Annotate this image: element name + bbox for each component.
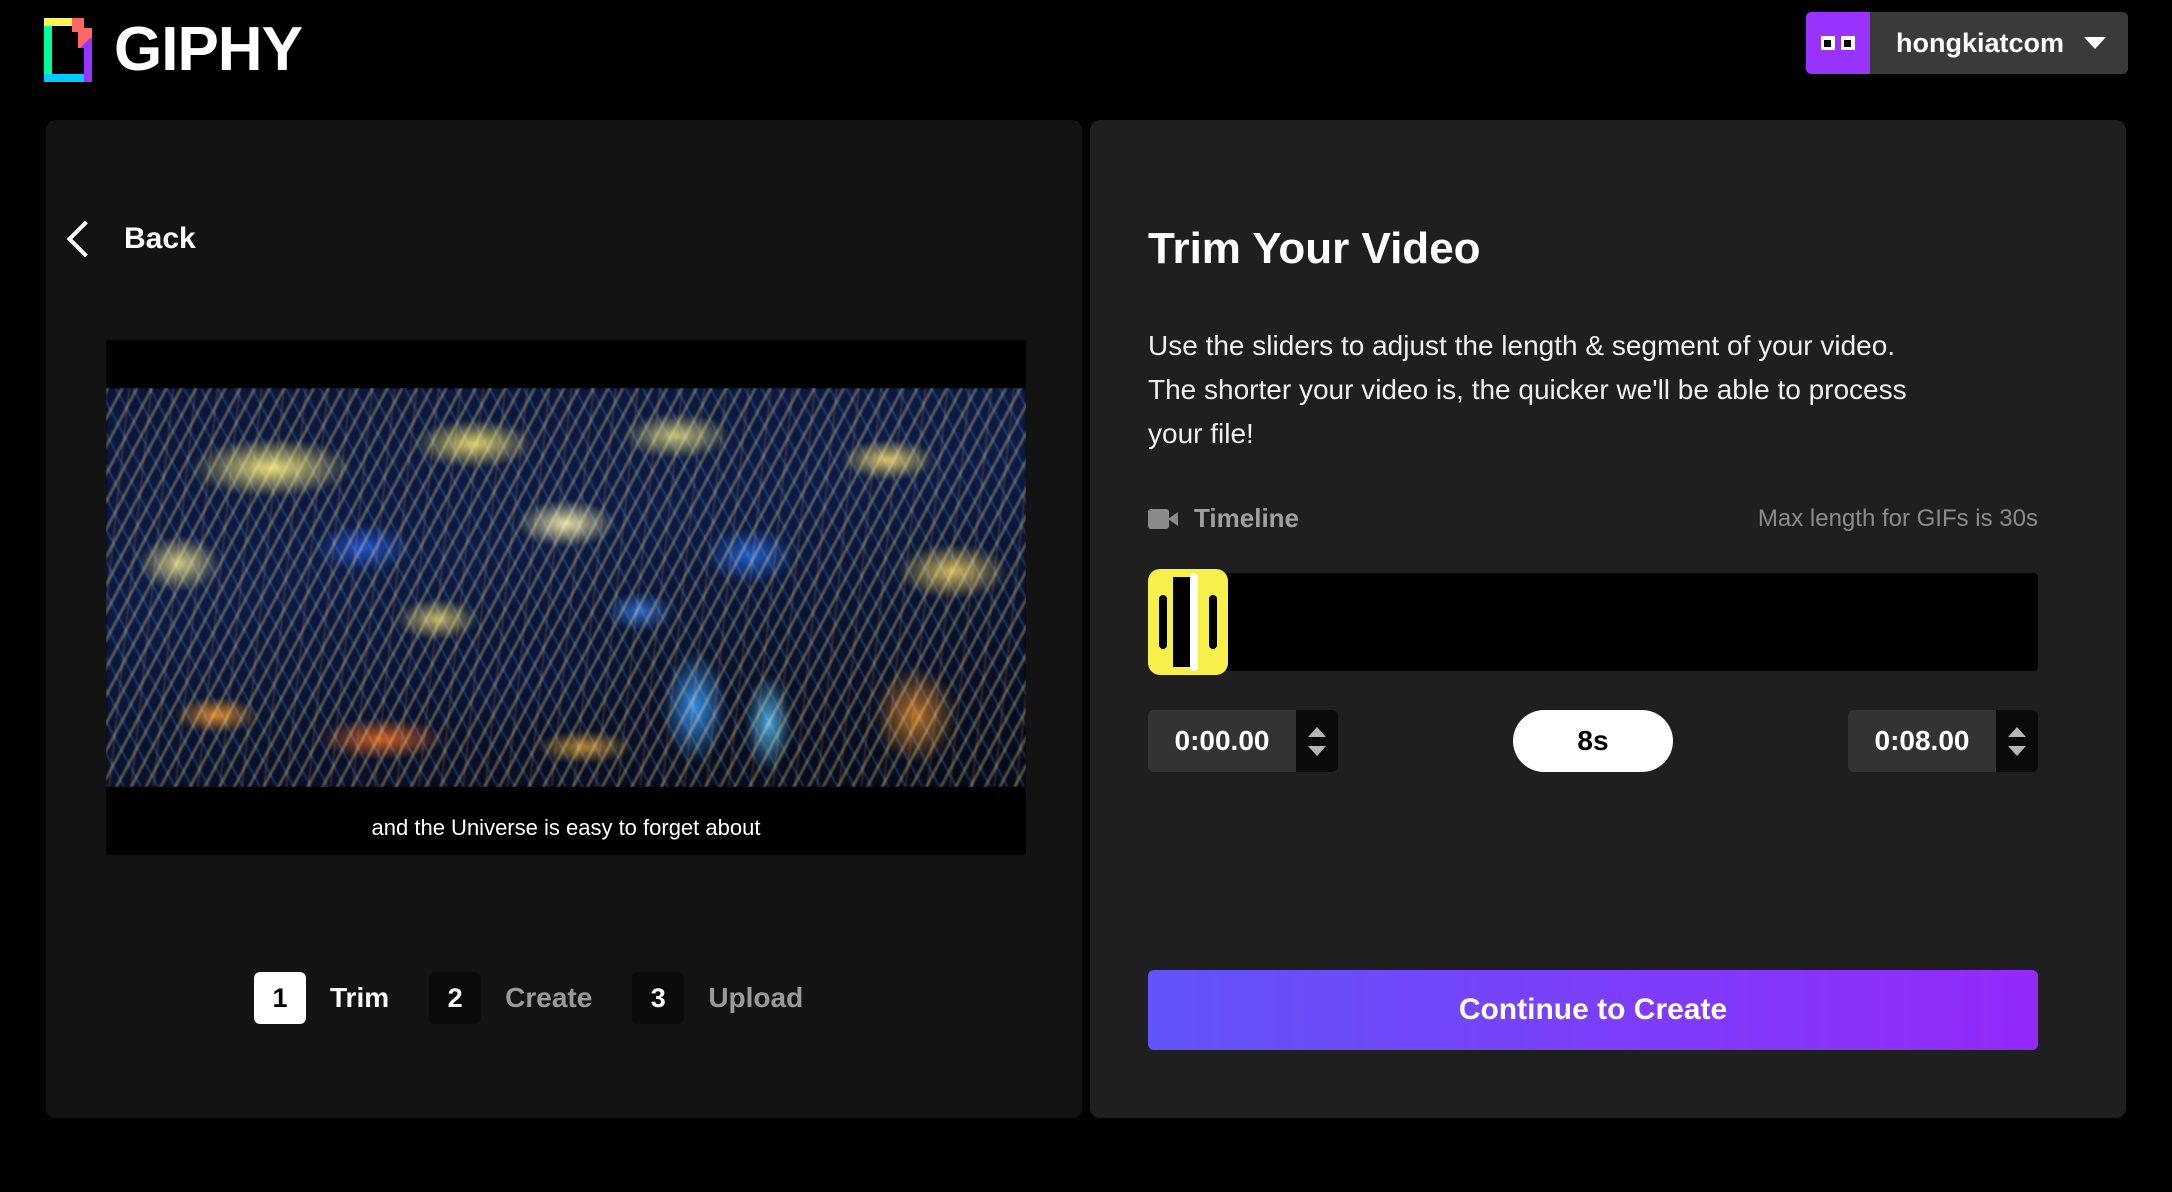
timeline-max-note: Max length for GIFs is 30s (1757, 504, 2038, 532)
start-time-control[interactable]: 0:00.00 (1148, 710, 1338, 772)
video-frame-lights (106, 388, 1026, 787)
chevron-down-icon (2084, 37, 2106, 49)
step-indicator: 1 Trim 2 Create 3 Upload (254, 972, 803, 1024)
step-label: Upload (708, 982, 804, 1013)
account-menu[interactable]: hongkiatcom (1805, 12, 2128, 74)
step-label: Create (505, 982, 593, 1013)
end-time-value[interactable]: 0:08.00 (1848, 710, 1996, 772)
video-preview[interactable]: and the Universe is easy to forget about (106, 340, 1026, 855)
video-caption: and the Universe is easy to forget about (371, 815, 761, 840)
video-camera-icon (1148, 508, 1178, 529)
user-avatar-icon (1805, 12, 1870, 74)
giphy-logo[interactable]: GIPHY (44, 15, 303, 84)
duration-badge: 8s (1513, 710, 1673, 772)
timeline-track[interactable] (1148, 569, 2038, 675)
step-number: 1 (254, 972, 306, 1024)
step-item-upload[interactable]: 3 Upload (632, 972, 803, 1024)
chevron-down-icon[interactable] (2008, 745, 2026, 756)
page-title: Trim Your Video (1148, 224, 1481, 273)
timeline-handle-start[interactable] (1159, 595, 1167, 649)
start-time-stepper[interactable] (1296, 710, 1338, 772)
account-username: hongkiatcom (1895, 27, 2064, 58)
end-time-stepper[interactable] (1996, 710, 2038, 772)
letterbox-top (106, 340, 1026, 388)
chevron-up-icon[interactable] (1308, 726, 1326, 737)
trim-controls: 0:00.00 8s 0:08.00 (1148, 710, 2038, 772)
step-item-create[interactable]: 2 Create (429, 972, 592, 1024)
back-button-label: Back (124, 222, 196, 255)
timeline-handle-end[interactable] (1209, 595, 1217, 649)
chevron-up-icon[interactable] (2008, 726, 2026, 737)
step-item-trim[interactable]: 1 Trim (254, 972, 389, 1024)
giphy-logo-icon (44, 18, 92, 82)
chevron-down-icon[interactable] (1308, 745, 1326, 756)
chevron-left-icon (66, 220, 104, 258)
end-time-control[interactable]: 0:08.00 (1848, 710, 2038, 772)
panel-description: Use the sliders to adjust the length & s… (1148, 330, 1907, 449)
step-number: 3 (632, 972, 685, 1024)
top-bar: GIPHY hongkiatcom (0, 0, 2172, 104)
step-number: 2 (429, 972, 482, 1024)
start-time-value[interactable]: 0:00.00 (1148, 710, 1296, 772)
brand-name: GIPHY (114, 15, 303, 84)
back-button[interactable]: Back (66, 220, 196, 258)
timeline-selection[interactable] (1148, 569, 1228, 675)
timeline-header: Timeline Max length for GIFs is 30s (1148, 503, 2038, 534)
timeline-label: Timeline (1194, 503, 1300, 533)
timeline-playhead[interactable] (1190, 573, 1198, 671)
continue-to-create-button[interactable]: Continue to Create (1148, 970, 2038, 1050)
step-label: Trim (330, 982, 390, 1013)
